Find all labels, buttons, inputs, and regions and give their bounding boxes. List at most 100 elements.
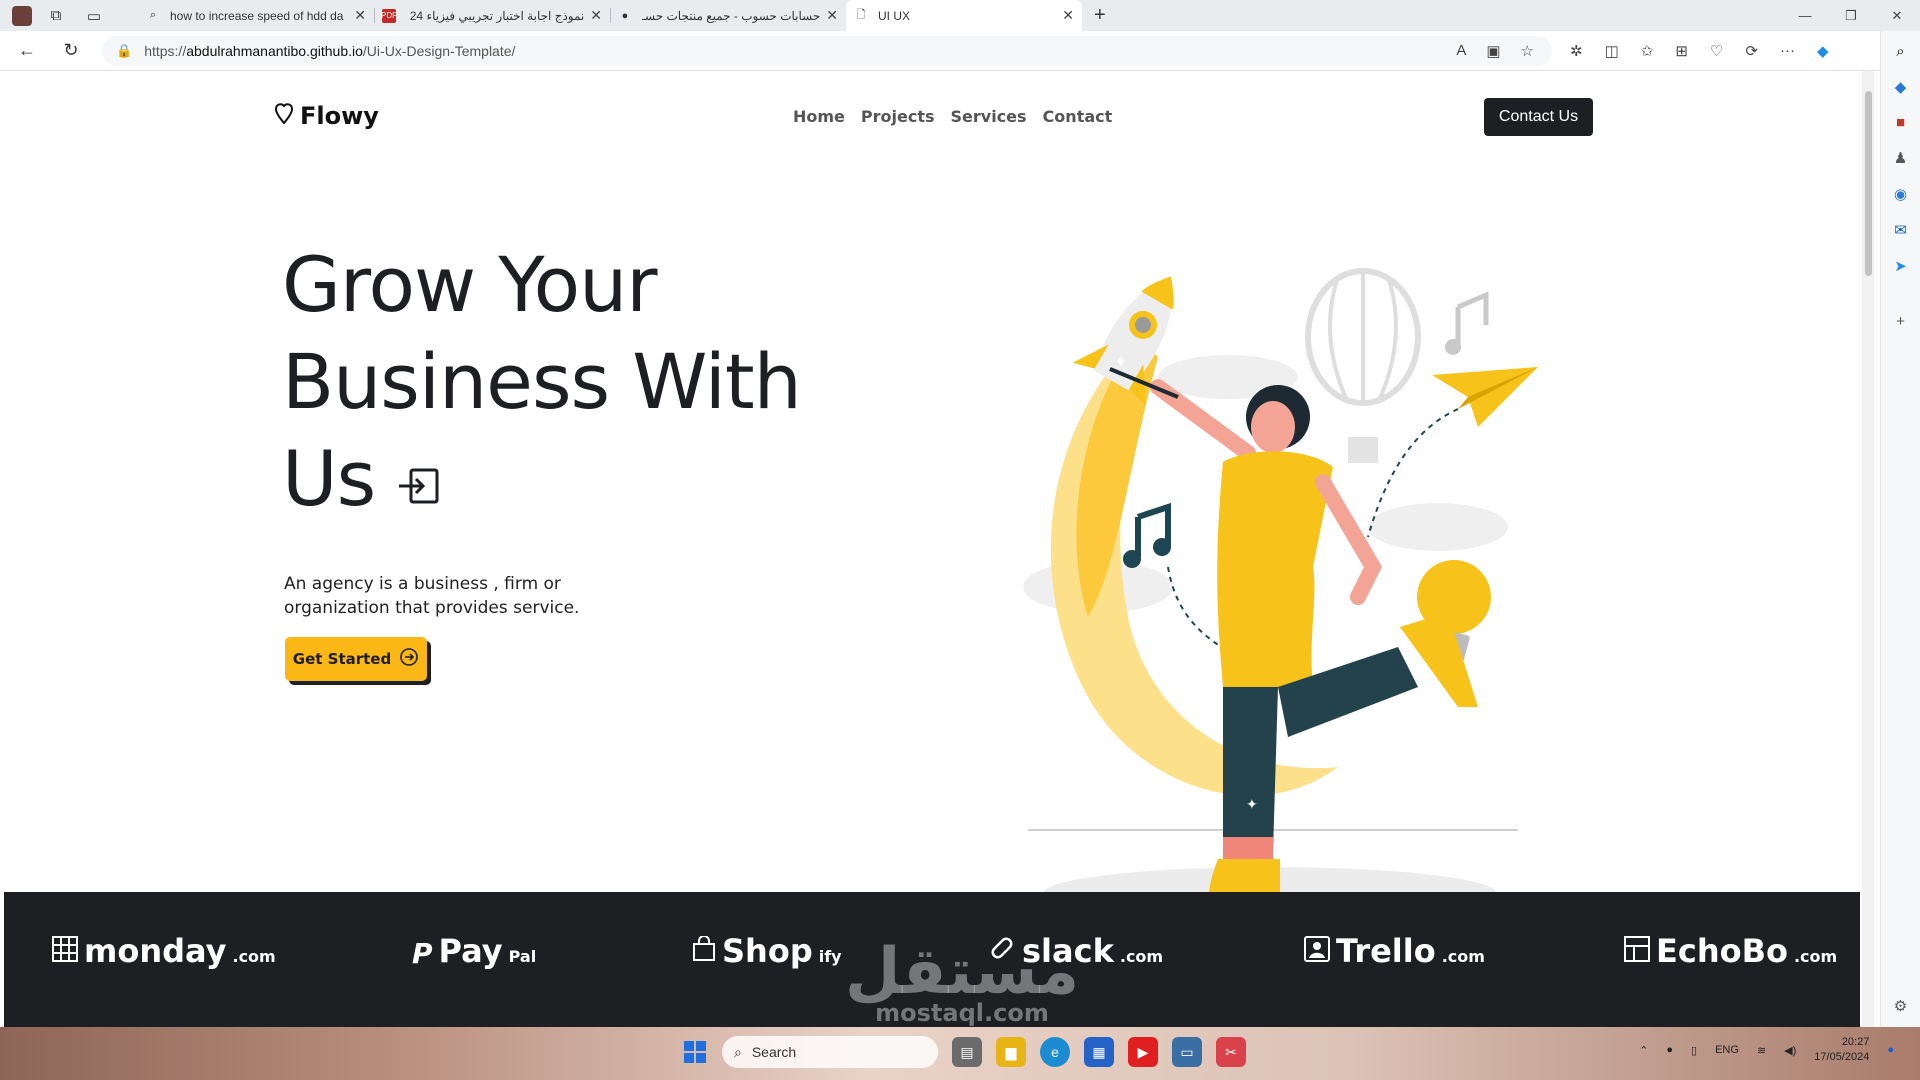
address-toolbar: ← ↻ 🔒 https://abdulrahmanantibo.github.i…: [0, 31, 1920, 71]
brand-name: Flowy: [300, 102, 379, 130]
main-nav: Home Projects Services Contact: [793, 107, 1112, 126]
brand-echobo-name: EchoBo: [1656, 932, 1788, 970]
outlook-icon[interactable]: ✉: [1894, 221, 1907, 239]
add-sidebar-icon[interactable]: +: [1896, 313, 1905, 330]
tab-title: حسابات حسوب - جميع منتجات حسـ: [642, 8, 821, 23]
sidebar-settings-icon[interactable]: ⚙: [1894, 997, 1907, 1015]
svg-text:✦: ✦: [1246, 796, 1258, 812]
brand-echobo-suffix: .com: [1793, 947, 1838, 966]
hero-title-line1: Grow Your: [282, 240, 658, 329]
vertical-tabs-icon[interactable]: ▭: [80, 2, 108, 30]
brand-echobo: EchoBo .com: [1624, 932, 1837, 970]
extensions-icon[interactable]: ✲: [1570, 42, 1583, 60]
hero-title-line2: Business With: [282, 337, 802, 426]
tab-ui-ux[interactable]: 🗋 UI UX ✕: [846, 0, 1082, 31]
url-field[interactable]: 🔒 https://abdulrahmanantibo.github.io/Ui…: [102, 35, 1552, 66]
notification-icon[interactable]: ●: [1887, 1044, 1894, 1056]
close-tab-icon[interactable]: ✕: [1062, 7, 1074, 24]
close-window-icon[interactable]: ✕: [1874, 0, 1920, 31]
nav-home[interactable]: Home: [793, 107, 845, 126]
page-scrollbar[interactable]: [1862, 71, 1874, 1027]
restore-icon[interactable]: ❐: [1828, 0, 1874, 31]
microsoft-365-icon[interactable]: ◉: [1894, 185, 1907, 203]
brand-paypal: P Pay Pal: [412, 932, 536, 970]
url-path: /Ui-Ux-Design-Template/: [362, 42, 516, 59]
brand-trello-suffix: .com: [1441, 947, 1485, 966]
hero-title-line3-wrap: Us: [282, 430, 842, 527]
edge-icon[interactable]: e: [1040, 1037, 1070, 1067]
app-available-icon[interactable]: ▣: [1486, 42, 1500, 60]
edge-sidebar: ⌕ ◆ ■ ♟ ◉ ✉ ➤ + ⚙: [1880, 31, 1920, 1027]
tray-chevron-icon[interactable]: ⌃: [1639, 1044, 1648, 1057]
back-icon[interactable]: ←: [10, 34, 44, 68]
brand-slack-suffix: .com: [1119, 947, 1164, 966]
mostaql-watermark: مستقل mostaql.com: [845, 935, 1079, 1027]
trello-user-icon: [1304, 932, 1330, 970]
search-icon: ⌕: [149, 9, 157, 21]
close-tab-icon[interactable]: ✕: [354, 7, 366, 24]
scrollbar-thumb[interactable]: [1865, 91, 1872, 276]
brand-monday: monday .com: [52, 932, 276, 970]
tab-pdf[interactable]: PDF نموذج اجابة اختبار تجريبي فيزياء 24 …: [374, 0, 610, 31]
shopping-tag-icon[interactable]: ◆: [1895, 78, 1907, 96]
more-icon[interactable]: ···: [1780, 42, 1795, 60]
games-icon[interactable]: ♟: [1894, 149, 1907, 167]
hero-illustration: ✦ ✦ ✦ ✦: [1018, 267, 1558, 923]
hsoub-icon: ●: [621, 9, 629, 22]
site-logo[interactable]: Flowy: [274, 101, 379, 131]
tab-hsoub[interactable]: ● حسابات حسوب - جميع منتجات حسـ ✕: [610, 0, 846, 31]
svg-text:✦: ✦: [1276, 754, 1288, 770]
profile-avatar[interactable]: [12, 5, 32, 26]
close-tab-icon[interactable]: ✕: [590, 7, 602, 24]
nav-contact[interactable]: Contact: [1043, 107, 1113, 126]
language-indicator[interactable]: ENG: [1715, 1044, 1739, 1056]
tray-app-icon[interactable]: ●: [1666, 1044, 1673, 1056]
snipping-tool-icon[interactable]: ✂: [1216, 1037, 1246, 1067]
hero-title: Grow Your Business With Us: [282, 236, 842, 527]
taskbar-search[interactable]: ⌕ Search: [722, 1036, 938, 1068]
nav-services[interactable]: Services: [951, 107, 1027, 126]
file-explorer-icon[interactable]: ▆: [996, 1037, 1026, 1067]
nav-projects[interactable]: Projects: [861, 107, 935, 126]
browser-essentials-icon[interactable]: ♡: [1710, 42, 1723, 60]
enter-arrow-icon: [397, 468, 439, 504]
telegram-icon[interactable]: ➤: [1894, 257, 1907, 275]
brand-monday-suffix: .com: [232, 947, 276, 966]
sidebar-search-icon[interactable]: ⌕: [1896, 43, 1904, 60]
favorite-star-icon[interactable]: ☆: [1521, 42, 1534, 60]
collections-icon[interactable]: ⊞: [1675, 42, 1688, 60]
workspaces-icon[interactable]: ⧉: [42, 2, 70, 30]
close-tab-icon[interactable]: ✕: [826, 7, 838, 24]
brand-shopify-name: Shop: [722, 932, 813, 970]
brand-shopify: Shop ify: [692, 932, 842, 970]
brand-paypal-suffix: Pal: [508, 947, 537, 966]
tab-search[interactable]: ⌕ how to increase speed of hdd da ✕: [138, 0, 374, 31]
new-tab-icon[interactable]: +: [1094, 4, 1106, 27]
usb-icon[interactable]: ▯: [1691, 1044, 1697, 1057]
windows-start-icon[interactable]: [684, 1041, 706, 1063]
task-view-icon[interactable]: ▤: [952, 1037, 982, 1067]
read-aloud-icon[interactable]: A: [1456, 42, 1466, 60]
tools-icon[interactable]: ■: [1896, 114, 1905, 131]
store-icon[interactable]: ▦: [1084, 1037, 1114, 1067]
volume-icon[interactable]: ◀): [1784, 1044, 1796, 1057]
lock-icon[interactable]: 🔒: [116, 43, 132, 59]
wifi-icon[interactable]: ≋: [1757, 1044, 1766, 1057]
brand-shopify-suffix: ify: [818, 947, 842, 966]
split-screen-icon[interactable]: ◫: [1605, 42, 1619, 60]
url-host: abdulrahmanantibo.github.io: [186, 42, 363, 59]
app-window-icon[interactable]: ▭: [1172, 1037, 1202, 1067]
screenshot-icon[interactable]: ⟳: [1745, 42, 1758, 60]
minimize-icon[interactable]: —: [1782, 0, 1828, 31]
get-started-button[interactable]: Get Started: [285, 637, 427, 681]
tab-title: UI UX: [878, 8, 911, 23]
refresh-icon[interactable]: ↻: [54, 34, 88, 68]
youtube-icon[interactable]: ▶: [1128, 1037, 1158, 1067]
copilot-icon[interactable]: ◆: [1817, 42, 1829, 60]
get-started-label: Get Started: [292, 650, 392, 668]
taskbar-clock[interactable]: 20:27 17/05/2024: [1814, 1035, 1869, 1065]
favorites-icon[interactable]: ✩: [1641, 42, 1654, 60]
contact-us-button[interactable]: Contact Us: [1484, 98, 1593, 136]
brand-trello-name: Trello: [1336, 932, 1436, 970]
shopping-bag-icon: [692, 932, 716, 970]
